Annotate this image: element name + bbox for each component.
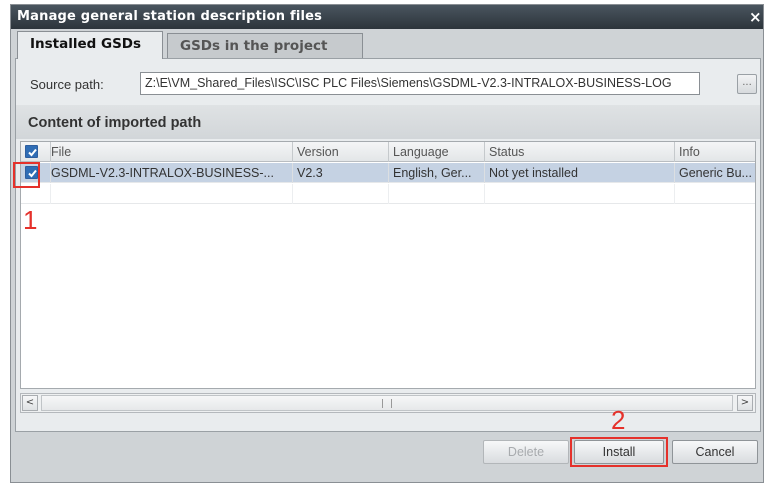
cell-status: Not yet installed [485, 163, 675, 183]
gsd-file-table: File Version Language Status Info GSDML-… [20, 141, 756, 389]
annotation-label-step1: 1 [23, 205, 38, 235]
column-header-language[interactable]: Language [389, 142, 485, 162]
content-section-title: Content of imported path [28, 115, 202, 131]
checkmark-icon [28, 148, 37, 157]
scrollbar-thumb[interactable] [41, 395, 733, 411]
annotation-label-step2: 2 [611, 405, 626, 435]
annotation-box-step1 [13, 162, 40, 188]
cancel-button[interactable]: Cancel [672, 440, 758, 464]
column-header-info[interactable]: Info [675, 142, 755, 162]
column-header-status[interactable]: Status [485, 142, 675, 162]
horizontal-scrollbar[interactable]: < > [20, 393, 756, 413]
annotation-box-step2 [570, 437, 668, 467]
table-row-empty [21, 184, 755, 204]
delete-button[interactable]: Delete [483, 440, 569, 464]
scrollbar-grip-icon [382, 399, 392, 408]
browse-button[interactable]: ... [737, 74, 757, 94]
column-header-file[interactable]: File [51, 142, 293, 162]
manage-gsd-dialog: Manage general station description files… [10, 4, 764, 483]
tab-gsds-in-project[interactable]: GSDs in the project [167, 33, 363, 59]
cell-language: English, Ger... [389, 163, 485, 183]
close-icon[interactable]: × [749, 7, 763, 27]
cell-version: V2.3 [293, 163, 389, 183]
cell-info: Generic Bu... [679, 166, 752, 180]
source-path-label: Source path: [30, 77, 104, 92]
tab-panel: Source path: Z:\E\VM_Shared_Files\ISC\IS… [15, 58, 761, 432]
column-header-version[interactable]: Version [293, 142, 389, 162]
tab-installed-gsds[interactable]: Installed GSDs [17, 31, 163, 59]
scroll-right-button[interactable]: > [737, 395, 753, 411]
select-all-header [21, 142, 51, 162]
scroll-left-button[interactable]: < [22, 395, 38, 411]
dialog-title: Manage general station description files [17, 9, 323, 24]
table-row[interactable]: GSDML-V2.3-INTRALOX-BUSINESS-... V2.3 En… [21, 163, 755, 183]
table-header: File Version Language Status Info [21, 142, 755, 162]
select-all-checkbox[interactable] [25, 145, 38, 158]
title-bar: Manage general station description files… [11, 5, 763, 29]
content-section-header: Content of imported path [16, 105, 760, 139]
source-path-input[interactable]: Z:\E\VM_Shared_Files\ISC\ISC PLC Files\S… [140, 72, 700, 95]
cell-file: GSDML-V2.3-INTRALOX-BUSINESS-... [51, 163, 293, 183]
